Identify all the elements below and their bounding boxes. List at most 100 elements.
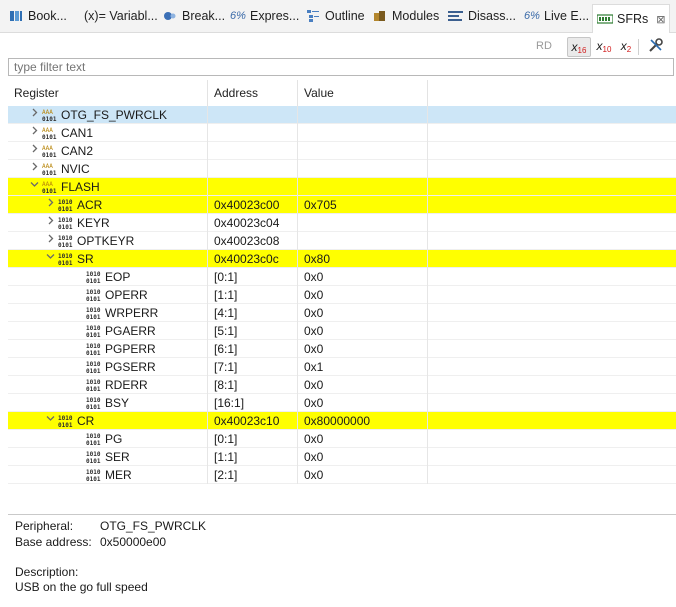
peripheral-row[interactable]: AAA 0101 CAN1 (8, 124, 676, 142)
value-cell[interactable]: 0x0 (298, 394, 428, 412)
value-cell[interactable]: 0x0 (298, 466, 428, 484)
field-row[interactable]: 1010 0101 PGSERR [7:1] 0x1 (8, 358, 676, 376)
chevron-down-icon[interactable] (28, 178, 40, 196)
value-cell[interactable]: 0x80000000 (298, 412, 428, 430)
close-icon[interactable]: ⊠ (656, 13, 665, 26)
chevron-right-icon[interactable] (44, 232, 56, 250)
svg-text:0101: 0101 (42, 170, 57, 176)
value-cell[interactable] (298, 214, 428, 232)
decimal-format-button[interactable]: x 10 (593, 37, 615, 55)
address-cell: [2:1] (208, 466, 298, 484)
svg-text:0101: 0101 (86, 458, 101, 464)
chevron-right-icon[interactable] (44, 214, 56, 232)
field-row[interactable]: 1010 0101 MER [2:1] 0x0 (8, 466, 676, 484)
chevron-down-icon[interactable] (44, 250, 56, 268)
register-row[interactable]: 1010 0101 OPTKEYR 0x40023c08 (8, 232, 676, 250)
register-name: BSY (105, 396, 130, 410)
register-cell: 1010 0101 WRPERR (8, 304, 208, 322)
column-address[interactable]: Address (208, 80, 298, 106)
chevron-right-icon[interactable] (44, 196, 56, 214)
tab-modules[interactable]: Modules (372, 5, 439, 27)
tab-sfrs[interactable]: SFRs ⊠ (592, 4, 671, 33)
peripheral-icon: AAA 0101 (42, 162, 58, 177)
tab-live-expressions[interactable]: 6% Live E... (524, 5, 589, 27)
value-cell[interactable] (298, 124, 428, 142)
chevron-right-icon[interactable] (28, 142, 40, 160)
field-row[interactable]: 1010 0101 RDERR [8:1] 0x0 (8, 376, 676, 394)
field-row[interactable]: 1010 0101 EOP [0:1] 0x0 (8, 268, 676, 286)
column-value[interactable]: Value (298, 80, 428, 106)
configure-button[interactable] (645, 37, 667, 55)
value-cell[interactable] (298, 178, 428, 196)
field-row[interactable]: 1010 0101 PG [0:1] 0x0 (8, 430, 676, 448)
register-name: WRPERR (105, 306, 159, 320)
field-row[interactable]: 1010 0101 SER [1:1] 0x0 (8, 448, 676, 466)
tab-expressions[interactable]: 6% Expres... (230, 5, 299, 27)
column-register[interactable]: Register (8, 80, 208, 106)
value-cell[interactable]: 0x0 (298, 376, 428, 394)
bitfield-icon: 1010 0101 (86, 270, 102, 285)
register-name: CR (77, 414, 95, 428)
svg-text:1010: 1010 (86, 289, 101, 296)
tab-bookmarks[interactable]: Book... (8, 5, 67, 27)
value-cell[interactable] (298, 106, 428, 124)
value-cell[interactable]: 0x0 (298, 430, 428, 448)
register-name: PGAERR (105, 324, 156, 338)
filter-input[interactable] (8, 58, 674, 76)
value-cell[interactable]: 0x1 (298, 358, 428, 376)
value-cell[interactable]: 0x0 (298, 286, 428, 304)
address-cell: 0x40023c00 (208, 196, 298, 214)
field-row[interactable]: 1010 0101 PGAERR [5:1] 0x0 (8, 322, 676, 340)
svg-text:1010: 1010 (58, 217, 73, 224)
value-cell[interactable]: 0x0 (298, 268, 428, 286)
register-row[interactable]: 1010 0101 CR 0x40023c10 0x80000000 (8, 412, 676, 430)
address-cell: 0x40023c04 (208, 214, 298, 232)
register-row[interactable]: 1010 0101 KEYR 0x40023c04 (8, 214, 676, 232)
field-row[interactable]: 1010 0101 PGPERR [6:1] 0x0 (8, 340, 676, 358)
read-button[interactable]: RD (535, 37, 553, 55)
value-cell[interactable]: 0x0 (298, 340, 428, 358)
value-cell[interactable]: 0x0 (298, 448, 428, 466)
tab-breakpoints[interactable]: Break... (162, 5, 225, 27)
field-row[interactable]: 1010 0101 WRPERR [4:1] 0x0 (8, 304, 676, 322)
value-cell[interactable]: 0x705 (298, 196, 428, 214)
chevron-right-icon[interactable] (28, 106, 40, 124)
register-row[interactable]: 1010 0101 ACR 0x40023c00 0x705 (8, 196, 676, 214)
tab-live-expressions-label: Live E... (544, 9, 590, 23)
value-cell[interactable] (298, 232, 428, 250)
address-cell (208, 124, 298, 142)
breakpoints-icon (162, 8, 178, 24)
tab-disassembly-label: Disass... (468, 9, 516, 23)
base-address-value: 0x50000e00 (100, 535, 167, 549)
register-name: CAN2 (61, 144, 94, 158)
peripheral-row[interactable]: AAA 0101 OTG_FS_PWRCLK (8, 106, 676, 124)
binary-format-button[interactable]: x2 (617, 37, 635, 55)
register-cell: AAA 0101 CAN1 (8, 124, 208, 142)
field-row[interactable]: 1010 0101 OPERR [1:1] 0x0 (8, 286, 676, 304)
value-cell[interactable] (298, 142, 428, 160)
bitfield-icon: 1010 0101 (86, 378, 102, 393)
expressions-icon: 6% (230, 10, 246, 22)
peripheral-row[interactable]: AAA 0101 FLASH (8, 178, 676, 196)
register-cell: 1010 0101 EOP (8, 268, 208, 286)
value-cell[interactable] (298, 160, 428, 178)
chevron-right-icon[interactable] (28, 124, 40, 142)
register-row[interactable]: 1010 0101 SR 0x40023c0c 0x80 (8, 250, 676, 268)
tab-disassembly[interactable]: Disass... (448, 5, 516, 27)
tab-modules-label: Modules (392, 9, 440, 23)
toolbar-separator (638, 39, 639, 55)
chevron-down-icon[interactable] (44, 412, 56, 430)
peripheral-row[interactable]: AAA 0101 CAN2 (8, 142, 676, 160)
tab-outline[interactable]: Outline (305, 5, 365, 27)
value-cell[interactable]: 0x0 (298, 322, 428, 340)
hex-format-button[interactable]: x 16 (567, 37, 591, 57)
register-cell: 1010 0101 OPERR (8, 286, 208, 304)
chevron-right-icon[interactable] (28, 160, 40, 178)
register-name: PGSERR (105, 360, 156, 374)
value-cell[interactable]: 0x0 (298, 304, 428, 322)
value-cell[interactable]: 0x80 (298, 250, 428, 268)
tab-variables[interactable]: (x)= Variabl... (84, 5, 158, 27)
bitfield-icon: 1010 0101 (86, 288, 102, 303)
field-row[interactable]: 1010 0101 BSY [16:1] 0x0 (8, 394, 676, 412)
peripheral-row[interactable]: AAA 0101 NVIC (8, 160, 676, 178)
